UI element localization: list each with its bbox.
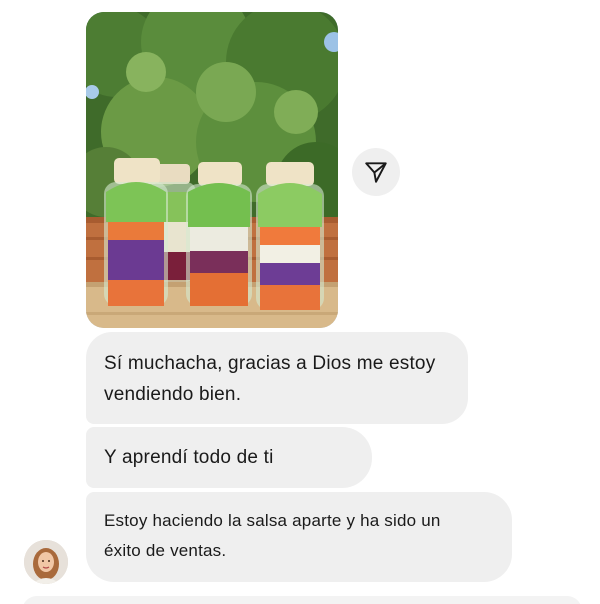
message-line: Sí muchacha, gracias a Dios me estoy: [104, 353, 436, 374]
share-button[interactable]: [352, 148, 400, 196]
user-avatar: [24, 540, 68, 584]
chat-thread: Sí muchacha, gracias a Dios me estoy ven…: [0, 0, 600, 604]
message-bubble[interactable]: Estoy haciendo la salsa aparte y ha sido…: [86, 492, 512, 582]
message-line: vendiendo bien.: [104, 384, 242, 405]
message-line: Y aprendí todo de ti: [104, 447, 274, 468]
sender-avatar[interactable]: [24, 540, 68, 584]
photo-attachment[interactable]: [86, 12, 338, 328]
message-input-bar[interactable]: [22, 596, 582, 604]
message-line: éxito de ventas.: [104, 541, 227, 560]
message-bubble[interactable]: Sí muchacha, gracias a Dios me estoy ven…: [86, 332, 468, 424]
salad-jars-photo: [86, 12, 338, 328]
message-bubble[interactable]: Y aprendí todo de ti: [86, 427, 372, 488]
share-send-icon: [365, 162, 387, 183]
message-line: Estoy haciendo la salsa aparte y ha sido…: [104, 511, 441, 530]
